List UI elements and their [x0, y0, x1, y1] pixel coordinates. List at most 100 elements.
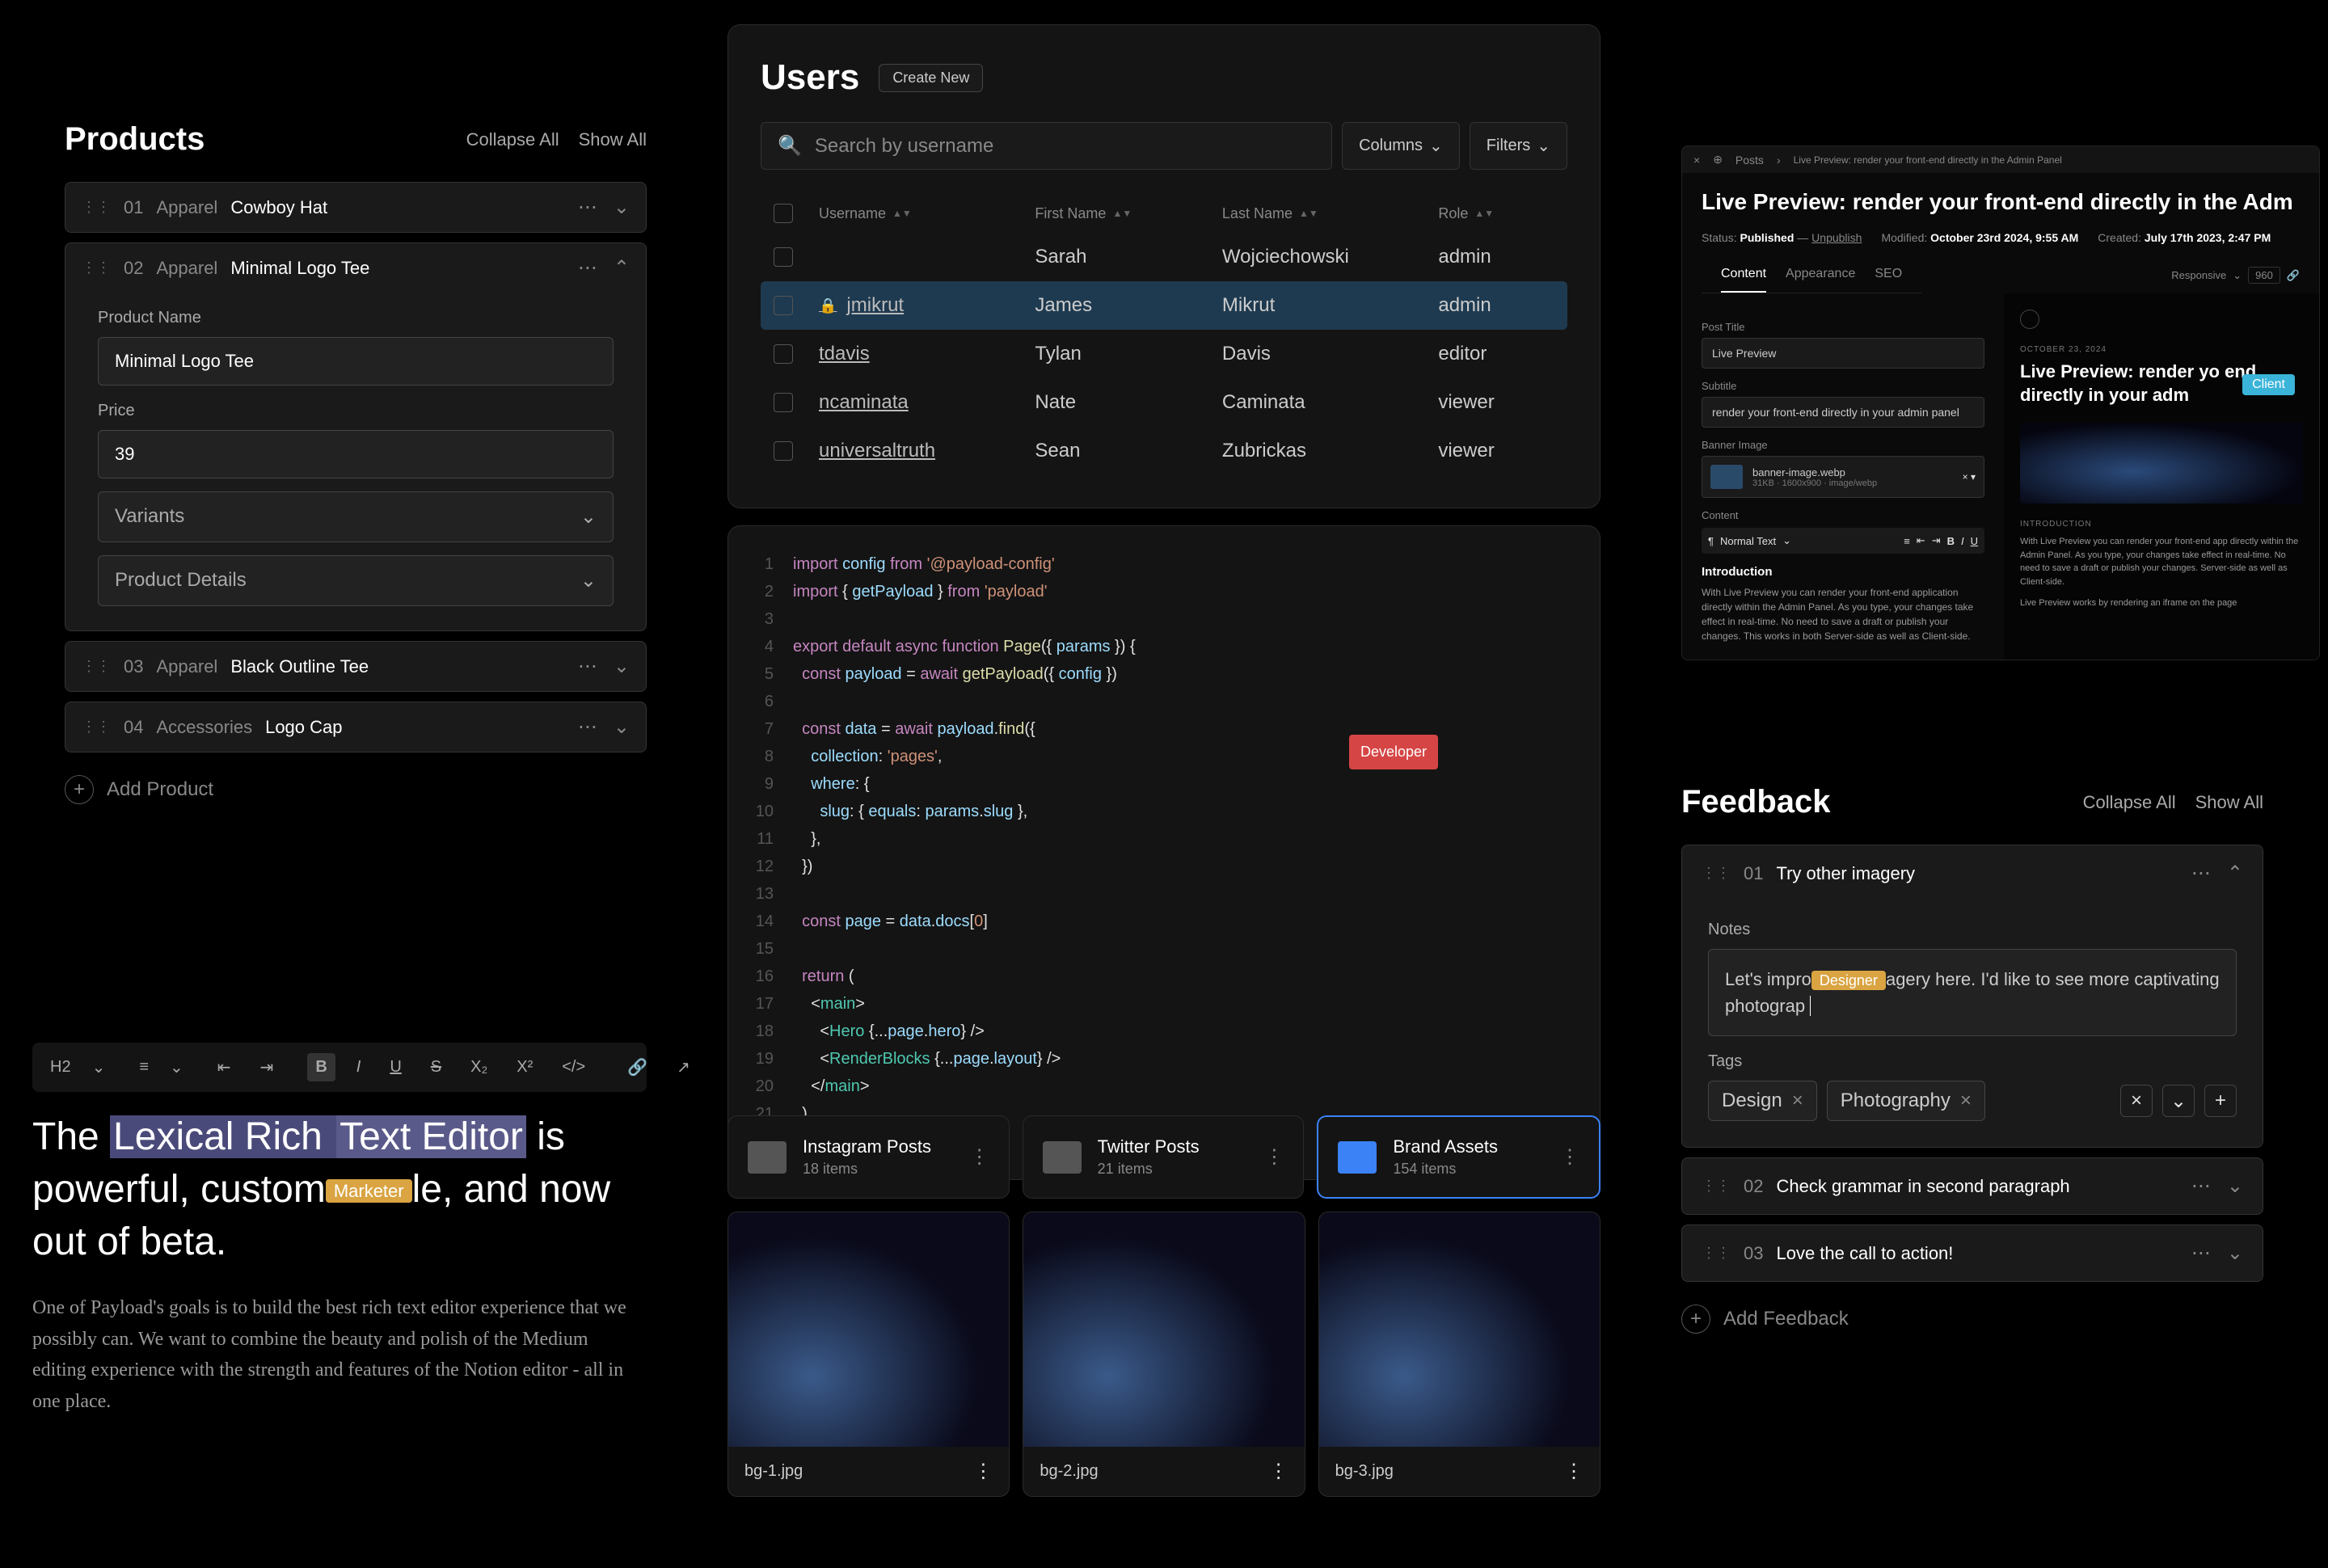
breadcrumb[interactable]: Live Preview: render your front-end dire… [1794, 154, 2062, 166]
chevron-down-icon[interactable]: ⌄ [92, 1057, 106, 1077]
editor-body[interactable]: One of Payload's goals is to build the b… [32, 1292, 647, 1417]
role-header[interactable]: Role▲▼ [1438, 204, 1554, 223]
heading-select[interactable]: H2 [42, 1053, 79, 1081]
product-name-input[interactable] [98, 337, 614, 386]
table-row[interactable]: tdavis Tylan Davis editor [761, 330, 1567, 378]
indent-decrease-icon[interactable]: ⇤ [209, 1052, 239, 1082]
chevron-up-icon[interactable]: ⌃ [2227, 862, 2243, 885]
row-checkbox[interactable] [774, 441, 793, 461]
add-product-button[interactable]: + Add Product [65, 762, 647, 817]
username-cell[interactable]: tdavis [819, 343, 1022, 365]
width-input[interactable]: 960 [2248, 267, 2280, 284]
show-all-button[interactable]: Show All [2195, 792, 2263, 813]
more-icon[interactable]: ⋮ [1269, 1460, 1288, 1483]
variants-dropdown[interactable]: Variants ⌄ [98, 491, 614, 542]
close-icon[interactable]: × [1693, 154, 1700, 166]
close-icon[interactable]: × ▾ [1963, 471, 1976, 483]
row-checkbox[interactable] [774, 344, 793, 364]
chevron-up-icon[interactable]: ⌃ [614, 256, 630, 280]
folder-card-active[interactable]: Brand Assets 154 items ⋮ [1317, 1115, 1600, 1199]
collapse-all-button[interactable]: Collapse All [2083, 792, 2176, 813]
row-checkbox[interactable] [774, 247, 793, 267]
chevron-down-icon[interactable]: ⌄ [614, 715, 630, 739]
product-item-4[interactable]: ⋮⋮ 04 Accessories Logo Cap ⋯ ⌄ [65, 702, 647, 752]
chevron-down-icon[interactable]: ⌄ [170, 1057, 183, 1077]
clear-tags-button[interactable]: × [2120, 1085, 2153, 1117]
indent-icon[interactable]: ⇥ [1932, 534, 1941, 547]
tab-content[interactable]: Content [1721, 257, 1766, 293]
more-icon[interactable]: ⋯ [578, 715, 597, 739]
italic-icon[interactable]: I [1961, 535, 1964, 547]
bold-icon[interactable]: B [1947, 535, 1955, 547]
align-left-icon[interactable]: ≡ [131, 1053, 157, 1081]
more-icon[interactable]: ⋯ [2191, 1241, 2211, 1265]
post-title-input[interactable] [1702, 338, 1984, 369]
more-icon[interactable]: ⋯ [578, 196, 597, 219]
image-card[interactable]: bg-1.jpg ⋮ [728, 1212, 1010, 1497]
columns-button[interactable]: Columns ⌄ [1342, 122, 1460, 170]
editor-heading[interactable]: The Lexical Rich Text Editor is powerful… [32, 1111, 647, 1268]
product-item-1[interactable]: ⋮⋮ 01 Apparel Cowboy Hat ⋯ ⌄ [65, 182, 647, 233]
create-new-button[interactable]: Create New [879, 64, 983, 92]
product-item-3[interactable]: ⋮⋮ 03 Apparel Black Outline Tee ⋯ ⌄ [65, 641, 647, 692]
underline-icon[interactable]: U [382, 1053, 409, 1081]
feedback-item-3[interactable]: ⋮⋮ 03 Love the call to action! ⋯ ⌄ [1681, 1224, 2263, 1282]
product-item-2[interactable]: ⋮⋮ 02 Apparel Minimal Logo Tee ⋯ ⌃ Produ… [65, 242, 647, 631]
superscript-icon[interactable]: X² [508, 1053, 541, 1081]
more-icon[interactable]: ⋮ [1264, 1145, 1284, 1169]
more-icon[interactable]: ⋯ [578, 256, 597, 280]
username-cell[interactable]: universaltruth [819, 440, 1022, 462]
subscript-icon[interactable]: X₂ [462, 1053, 496, 1081]
italic-icon[interactable]: I [348, 1053, 369, 1081]
unpublish-link[interactable]: Unpublish [1811, 231, 1862, 244]
chevron-down-icon[interactable]: ⌄ [2227, 1241, 2243, 1265]
lname-header[interactable]: Last Name▲▼ [1222, 204, 1425, 223]
image-card[interactable]: bg-3.jpg ⋮ [1318, 1212, 1600, 1497]
remove-tag-icon[interactable]: × [1960, 1090, 1972, 1112]
row-checkbox[interactable] [774, 296, 793, 315]
remove-tag-icon[interactable]: × [1792, 1090, 1803, 1112]
details-dropdown[interactable]: Product Details ⌄ [98, 555, 614, 606]
drag-handle-icon[interactable]: ⋮⋮ [82, 658, 111, 675]
more-icon[interactable]: ⋮ [973, 1460, 993, 1483]
more-icon[interactable]: ⋯ [2191, 1174, 2211, 1198]
drag-handle-icon[interactable]: ⋮⋮ [1702, 865, 1731, 882]
globe-icon[interactable]: ⊕ [1713, 153, 1723, 166]
feedback-item-1[interactable]: ⋮⋮ 01 Try other imagery ⋯ ⌃ Notes Let's … [1681, 845, 2263, 1148]
underline-icon[interactable]: U [1971, 535, 1978, 547]
content-editor[interactable]: With Live Preview you can render your fr… [1702, 585, 1984, 643]
tags-dropdown-button[interactable]: ⌄ [2162, 1085, 2195, 1117]
tag-chip[interactable]: Design× [1708, 1081, 1817, 1121]
notes-textarea[interactable]: Let's improDesigneragery here. I'd like … [1708, 949, 2237, 1036]
username-cell[interactable]: 🔒jmikrut [819, 294, 1022, 317]
drag-handle-icon[interactable]: ⋮⋮ [82, 259, 111, 276]
search-input[interactable]: 🔍 Search by username [761, 122, 1332, 170]
more-icon[interactable]: ⋯ [2191, 862, 2211, 885]
indent-icon[interactable]: ⇤ [1917, 534, 1925, 547]
row-checkbox[interactable] [774, 393, 793, 412]
tab-seo[interactable]: SEO [1875, 257, 1902, 293]
align-icon[interactable]: ≡ [1904, 535, 1910, 547]
price-input[interactable] [98, 430, 614, 478]
responsive-select[interactable]: Responsive [2171, 269, 2226, 281]
external-link-icon[interactable]: ↗ [668, 1052, 698, 1082]
bold-icon[interactable]: B [307, 1053, 335, 1081]
chevron-down-icon[interactable]: ⌄ [614, 196, 630, 219]
breadcrumb[interactable]: Posts [1735, 154, 1764, 166]
text-style-select[interactable]: Normal Text [1720, 535, 1776, 547]
tag-chip[interactable]: Photography× [1827, 1081, 1985, 1121]
table-row[interactable]: 🔒jmikrut James Mikrut admin [761, 281, 1567, 330]
code-icon[interactable]: </> [554, 1053, 593, 1081]
paragraph-icon[interactable]: ¶ [1708, 535, 1714, 547]
table-row[interactable]: Sarah Wojciechowski admin [761, 233, 1567, 281]
link-icon[interactable]: 🔗 [2287, 269, 2300, 282]
select-all-checkbox[interactable] [774, 204, 793, 223]
folder-card[interactable]: Twitter Posts 21 items ⋮ [1023, 1115, 1305, 1199]
drag-handle-icon[interactable]: ⋮⋮ [82, 199, 111, 216]
chevron-down-icon[interactable]: ⌄ [614, 655, 630, 678]
add-feedback-button[interactable]: + Add Feedback [1681, 1292, 2263, 1347]
more-icon[interactable]: ⋮ [970, 1145, 989, 1169]
add-tag-button[interactable]: + [2204, 1085, 2237, 1117]
filters-button[interactable]: Filters ⌄ [1470, 122, 1567, 170]
image-card[interactable]: bg-2.jpg ⋮ [1023, 1212, 1305, 1497]
